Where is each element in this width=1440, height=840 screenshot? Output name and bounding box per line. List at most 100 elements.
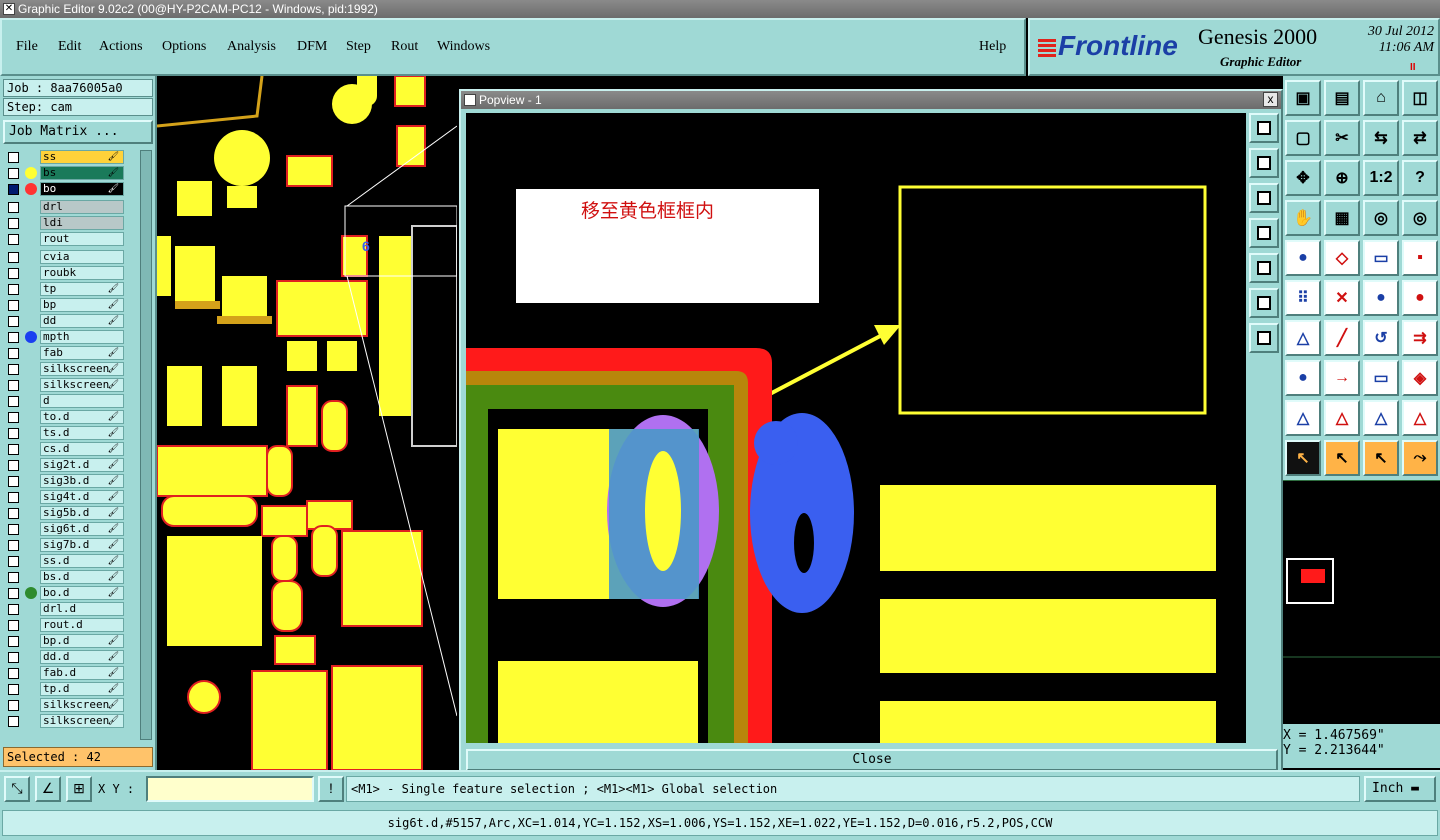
layer-row[interactable]: sig4t.d 🖌 [4,490,138,504]
layer-row[interactable]: silkscreen 🖌 [4,378,138,392]
layer-name[interactable]: dd 🖌 [40,314,124,328]
popview-zoom-out-icon[interactable] [1249,323,1279,353]
layer-name[interactable]: to.d 🖌 [40,410,124,424]
layer-row[interactable]: cvia [4,250,138,264]
layer-checkbox[interactable] [8,252,19,263]
triangle-b-icon[interactable]: △ [1324,400,1360,436]
layer-checkbox[interactable] [8,268,19,279]
layer-row[interactable]: silkscreen 🖌 [4,698,138,712]
layer-checkbox[interactable] [8,508,19,519]
cut-icon[interactable]: ✂ [1324,120,1360,156]
layer-name[interactable]: ldi [40,216,124,230]
centroid-icon[interactable]: ⊕ [1324,160,1360,196]
layer-row[interactable]: ss 🖌 [4,150,138,164]
popview-close-button[interactable]: Close [466,749,1278,771]
center-icon[interactable]: ✥ [1285,160,1321,196]
layer-color-dot[interactable] [25,587,37,599]
view-split-icon[interactable]: ◫ [1402,80,1438,116]
layer-checkbox[interactable] [8,380,19,391]
layer-row[interactable]: bo 🖌 [4,182,138,196]
layer-name[interactable]: drl [40,200,124,214]
layer-row[interactable]: sig5b.d 🖌 [4,506,138,520]
layer-name[interactable]: bp 🖌 [40,298,124,312]
layer-row[interactable]: bs.d 🖌 [4,570,138,584]
layer-checkbox[interactable] [8,620,19,631]
layer-row[interactable]: tp 🖌 [4,282,138,296]
layer-row[interactable]: mpth [4,330,138,344]
snap-a-icon[interactable]: ● [1285,360,1321,396]
layer-row[interactable]: to.d 🖌 [4,410,138,424]
layer-name[interactable]: ss.d 🖌 [40,554,124,568]
layer-checkbox[interactable] [8,332,19,343]
layer-name[interactable]: ts.d 🖌 [40,426,124,440]
menu-help[interactable]: Help [979,39,1006,55]
zoom-window-icon[interactable]: ⤡ [4,776,30,802]
snap-c-icon[interactable]: ▭ [1363,360,1399,396]
view-home-icon[interactable]: ⌂ [1363,80,1399,116]
layer-checkbox[interactable] [8,152,19,163]
layer-row[interactable]: bs 🖌 [4,166,138,180]
pad-add-icon[interactable]: ● [1285,240,1321,276]
layer-checkbox[interactable] [8,202,19,213]
menu-analysis[interactable]: Analysis [227,39,276,55]
layer-name[interactable]: mpth [40,330,124,344]
menu-windows[interactable]: Windows [437,39,490,55]
layer-name[interactable]: bo.d 🖌 [40,586,124,600]
layer-row[interactable]: bp 🖌 [4,298,138,312]
popview-canvas[interactable]: 移至黄色框框内 [466,113,1246,743]
popview-right-icon[interactable] [1249,253,1279,283]
layer-name[interactable]: tp.d 🖌 [40,682,124,696]
flip-icon[interactable]: ⇄ [1402,120,1438,156]
layer-row[interactable]: ss.d 🖌 [4,554,138,568]
layer-name[interactable]: bs.d 🖌 [40,570,124,584]
layer-name[interactable]: bo 🖌 [40,182,124,196]
layer-name[interactable]: sig2t.d 🖌 [40,458,124,472]
layer-name[interactable]: bs 🖌 [40,166,124,180]
layer-checkbox[interactable] [8,460,19,471]
layer-checkbox[interactable] [8,300,19,311]
layer-checkbox[interactable] [8,428,19,439]
diagonal-icon[interactable]: ╱ [1324,320,1360,356]
segment-icon[interactable]: ● [1363,280,1399,316]
unit-selector[interactable]: Inch ▬ [1364,776,1436,802]
layer-row[interactable]: fab 🖌 [4,346,138,360]
help-icon[interactable]: ? [1402,160,1438,196]
menu-dfm[interactable]: DFM [297,39,327,55]
paste-icon[interactable]: ⇆ [1363,120,1399,156]
layer-name[interactable]: dd.d 🖌 [40,650,124,664]
layer-name[interactable]: rout [40,232,124,246]
layer-row[interactable]: sig3b.d 🖌 [4,474,138,488]
layer-checkbox[interactable] [8,444,19,455]
layer-checkbox[interactable] [8,284,19,295]
layer-color-dot[interactable] [25,331,37,343]
menu-rout[interactable]: Rout [391,39,418,55]
layer-name[interactable]: silkscreen 🖌 [40,698,124,712]
layer-checkbox[interactable] [8,556,19,567]
layer-row[interactable]: silkscreen 🖌 [4,362,138,376]
popview-zoom-in-icon[interactable] [1249,288,1279,318]
ratio-icon[interactable]: 1:2 [1363,160,1399,196]
layer-name[interactable]: cs.d 🖌 [40,442,124,456]
layer-name[interactable]: sig7b.d 🖌 [40,538,124,552]
layer-row[interactable]: rout.d [4,618,138,632]
pointer-fill-icon[interactable]: ↖ [1363,440,1399,476]
layer-checkbox[interactable] [8,412,19,423]
layer-row[interactable]: d [4,394,138,408]
layer-color-dot[interactable] [25,167,37,179]
layer-row[interactable]: fab.d 🖌 [4,666,138,680]
layer-checkbox[interactable] [8,652,19,663]
menu-edit[interactable]: Edit [58,39,81,55]
pointer-box-icon[interactable]: ↖ [1324,440,1360,476]
layer-name[interactable]: sig6t.d 🖌 [40,522,124,536]
layer-scrollbar[interactable] [140,150,152,740]
layer-row[interactable]: rout [4,232,138,246]
layer-name[interactable]: bp.d 🖌 [40,634,124,648]
layer-checkbox[interactable] [8,588,19,599]
layer-checkbox[interactable] [8,234,19,245]
measure-icon[interactable]: ∠ [35,776,61,802]
cross-icon[interactable]: ✕ [1324,280,1360,316]
xy-input[interactable] [146,776,314,802]
nodes-icon[interactable]: ⠿ [1285,280,1321,316]
popview-close-icon[interactable]: x [1263,92,1278,107]
layer-name[interactable]: sig4t.d 🖌 [40,490,124,504]
